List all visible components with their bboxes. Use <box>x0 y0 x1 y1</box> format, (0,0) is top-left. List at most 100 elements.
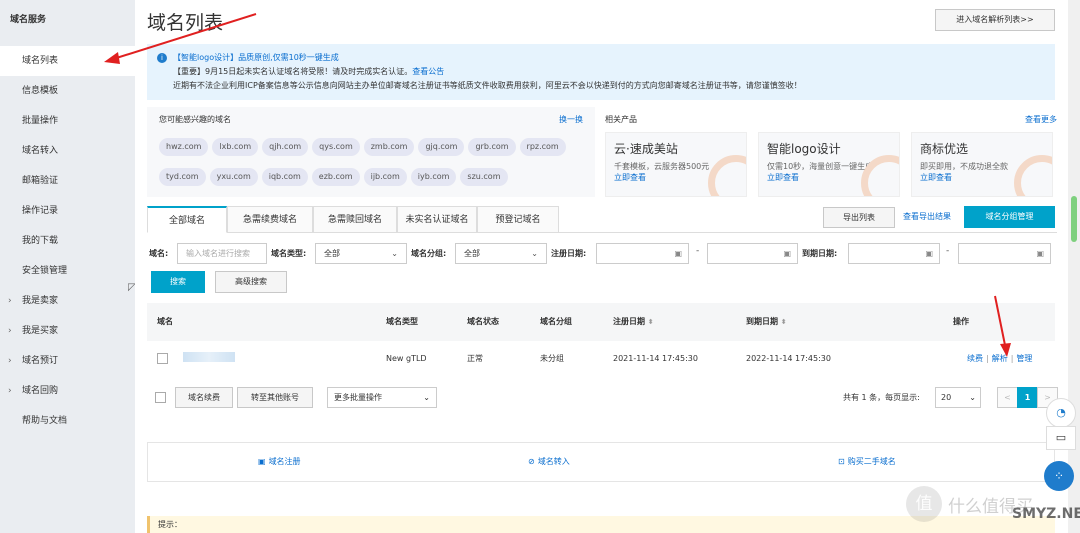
product-card[interactable]: 云·速成美站 千套模板，云服务器500元 立即查看 <box>605 132 747 197</box>
row-checkbox[interactable] <box>157 353 168 364</box>
reg-date-start-input[interactable]: ▣ <box>596 243 689 264</box>
quick-link-label: 域名转入 <box>537 457 570 466</box>
tab-unverified[interactable]: 未实名认证域名 <box>397 206 477 233</box>
notice-text: 近期有不法企业利用ICP备案信息等公示信息向网站主办单位邮寄域名注册证书等纸质文… <box>173 81 802 90</box>
domain-chip[interactable]: qys.com <box>312 138 360 156</box>
sidebar-item-info-template[interactable]: 信息模板 <box>0 76 135 106</box>
domain-group-manage-button[interactable]: 域名分组管理 <box>964 206 1055 228</box>
sidebar-item-security-lock[interactable]: 安全锁管理 <box>0 256 135 286</box>
sidebar-item-buyer[interactable]: › 我是买家 <box>0 316 135 346</box>
sidebar-item-email-verify[interactable]: 邮箱验证 <box>0 166 135 196</box>
domain-group-select[interactable]: 全部 ⌄ <box>455 243 547 264</box>
domain-chip[interactable]: hwz.com <box>159 138 209 156</box>
product-card[interactable]: 商标优选 即买即用，不成功退全款 立即查看 <box>911 132 1053 197</box>
resolve-list-button[interactable]: 进入域名解析列表>> <box>935 9 1055 31</box>
exp-date-start-input[interactable]: ▣ <box>848 243 940 264</box>
export-results-link[interactable]: 查看导出结果 <box>903 211 951 222</box>
sort-icon[interactable]: ⬍ <box>781 318 787 326</box>
chevron-right-icon: › <box>8 296 12 306</box>
column-header-reg-date[interactable]: 注册日期 ⬍ <box>613 303 654 341</box>
quick-link-register[interactable]: ▣ 域名注册 <box>258 443 301 481</box>
page-title: 域名列表 <box>147 12 224 34</box>
transfer-account-button[interactable]: 转至其他账号 <box>237 387 313 408</box>
page-size-select[interactable]: 20 ⌄ <box>935 387 981 408</box>
domain-chip[interactable]: iqb.com <box>261 168 308 186</box>
prev-page-button[interactable]: < <box>997 387 1018 408</box>
tab-pre-registered[interactable]: 预登记域名 <box>477 206 559 233</box>
sidebar-item-label: 域名回购 <box>22 386 59 396</box>
apps-grid-icon[interactable]: ⁘ <box>1044 461 1074 491</box>
sidebar-item-domain-list[interactable]: 域名列表 <box>0 46 135 76</box>
advanced-search-button[interactable]: 高级搜索 <box>215 271 287 293</box>
domain-chip[interactable]: yxu.com <box>209 168 258 186</box>
tab-redeem-urgent[interactable]: 急需赎回域名 <box>313 206 397 233</box>
sort-icon[interactable]: ⬍ <box>648 318 654 326</box>
chevron-right-icon: › <box>8 386 12 396</box>
notice-line: 【重要】9月15日起未实名认证域名将受限！请及时完成实名认证。查看公告 <box>157 65 1045 79</box>
table-row: New gTLD 正常 未分组 2021-11-14 17:45:30 2022… <box>147 341 1055 377</box>
product-card[interactable]: 智能logo设计 仅需10秒，海量创意一键生成 立即查看 <box>758 132 900 197</box>
manage-link[interactable]: 管理 <box>1016 354 1032 363</box>
domain-chip[interactable]: tyd.com <box>159 168 206 186</box>
cell-domain-status: 正常 <box>467 354 483 363</box>
select-value: 更多批量操作 <box>334 393 382 402</box>
quick-link-transfer[interactable]: ⊘ 域名转入 <box>528 443 570 481</box>
quick-link-label: 域名注册 <box>268 457 301 466</box>
select-all-checkbox[interactable] <box>155 392 166 403</box>
quick-link-secondhand[interactable]: ⊡ 购买二手域名 <box>838 443 896 481</box>
refresh-suggestions-link[interactable]: 换一换 <box>559 114 583 125</box>
pagination-summary: 共有 1 条，每页显示: <box>843 393 920 402</box>
search-button[interactable]: 搜索 <box>151 271 205 293</box>
resolve-link[interactable]: 解析 <box>992 354 1008 363</box>
sidebar-item-domain-transfer[interactable]: 域名转入 <box>0 136 135 166</box>
blurred-domain-name[interactable] <box>183 352 235 362</box>
domain-chip[interactable]: grb.com <box>468 138 516 156</box>
info-icon: i <box>157 53 167 63</box>
quick-links-bar: ▣ 域名注册 ⊘ 域名转入 ⊡ 购买二手域名 <box>147 442 1055 482</box>
sidebar-item-buyback[interactable]: › 域名回购 <box>0 376 135 406</box>
sidebar-item-downloads[interactable]: 我的下载 <box>0 226 135 256</box>
logo-promo-link[interactable]: 【智能logo设计】品质原创,仅需10秒一键生成 <box>173 53 339 62</box>
tab-renew-urgent[interactable]: 急需续费域名 <box>227 206 313 233</box>
assistant-icon[interactable]: ◔ <box>1046 398 1076 428</box>
page-scrollbar[interactable] <box>1068 0 1080 533</box>
chat-icon[interactable]: ▭ <box>1046 426 1076 450</box>
sidebar-item-label: 我是卖家 <box>22 296 59 306</box>
sidebar-title: 域名服务 <box>10 15 47 25</box>
bulk-renew-button[interactable]: 域名续费 <box>175 387 233 408</box>
renew-link[interactable]: 续费 <box>967 354 983 363</box>
domain-chip[interactable]: lxb.com <box>212 138 259 156</box>
calendar-icon: ▣ <box>783 249 791 258</box>
tab-all-domains[interactable]: 全部域名 <box>147 206 227 233</box>
export-list-button[interactable]: 导出列表 <box>823 207 895 228</box>
sidebar-item-batch-ops[interactable]: 批量操作 <box>0 106 135 136</box>
calendar-icon: ▣ <box>1036 249 1044 258</box>
domain-search-input[interactable]: 输入域名进行搜索 <box>177 243 267 264</box>
date-range-separator: - <box>696 246 700 256</box>
sidebar-item-help-docs[interactable]: 帮助与文档 <box>0 406 135 436</box>
chevron-right-icon: › <box>8 356 12 366</box>
sidebar-item-reservation[interactable]: › 域名预订 <box>0 346 135 376</box>
sidebar-menu: 域名列表 信息模板 批量操作 域名转入 邮箱验证 操作记录 我的下载 安全锁管理… <box>0 46 135 436</box>
sidebar-item-seller[interactable]: › 我是卖家 <box>0 286 135 316</box>
separator: | <box>986 354 989 363</box>
domain-chip[interactable]: ezb.com <box>311 168 360 186</box>
domain-chip[interactable]: gjq.com <box>418 138 465 156</box>
domain-type-select[interactable]: 全部 ⌄ <box>315 243 407 264</box>
reg-date-end-input[interactable]: ▣ <box>707 243 798 264</box>
domain-chip[interactable]: iyb.com <box>410 168 457 186</box>
domain-chip[interactable]: ijb.com <box>363 168 407 186</box>
page-number-button[interactable]: 1 <box>1017 387 1038 408</box>
domain-chip[interactable]: szu.com <box>460 168 508 186</box>
view-more-link[interactable]: 查看更多 <box>1025 114 1057 125</box>
domain-chip[interactable]: rpz.com <box>519 138 566 156</box>
view-announcement-link[interactable]: 查看公告 <box>412 67 444 76</box>
more-bulk-ops-select[interactable]: 更多批量操作 ⌄ <box>327 387 437 408</box>
domain-chip[interactable]: qjh.com <box>262 138 309 156</box>
sidebar-item-op-records[interactable]: 操作记录 <box>0 196 135 226</box>
column-header-exp-date[interactable]: 到期日期 ⬍ <box>746 303 787 341</box>
exp-date-end-input[interactable]: ▣ <box>958 243 1051 264</box>
column-header-domain: 域名 <box>157 317 173 326</box>
domain-chip[interactable]: zmb.com <box>363 138 415 156</box>
scrollbar-thumb[interactable] <box>1071 196 1077 242</box>
